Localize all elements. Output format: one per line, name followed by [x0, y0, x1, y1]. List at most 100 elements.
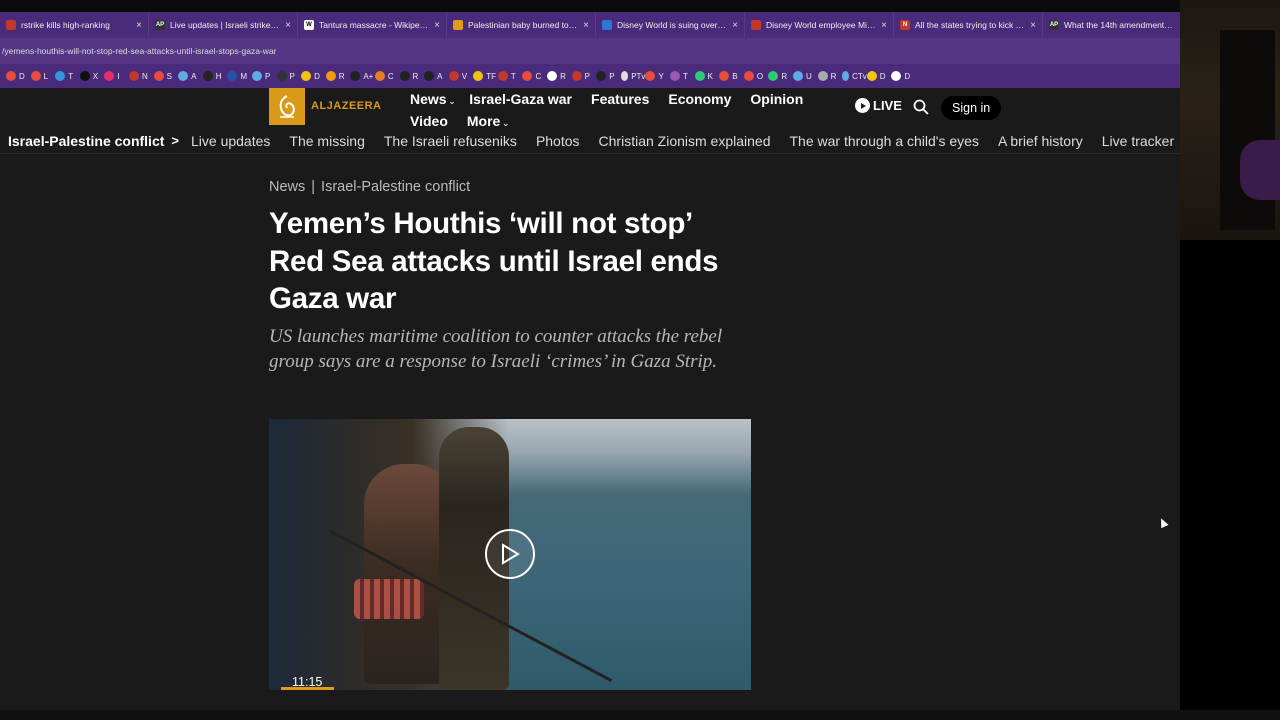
bookmark-item[interactable]: A	[424, 71, 449, 81]
bookmark-favicon-icon	[842, 71, 850, 81]
bookmark-item[interactable]: O	[743, 71, 769, 81]
tab-close-icon[interactable]: ×	[732, 20, 738, 31]
tab-close-icon[interactable]: ×	[285, 20, 291, 31]
bookmark-label: PTv	[631, 71, 646, 81]
breadcrumb: News | Israel-Palestine conflict	[269, 179, 470, 195]
article-standfirst: US launches maritime coalition to counte…	[269, 326, 723, 372]
bookmark-item[interactable]: I	[104, 71, 129, 81]
search-icon[interactable]	[913, 99, 929, 120]
sign-in-button[interactable]: Sign in	[941, 96, 1002, 120]
tab-close-icon[interactable]: ×	[1030, 20, 1036, 31]
breadcrumb-separator: |	[311, 179, 316, 195]
nav-item-news[interactable]: News ⌄	[410, 91, 455, 107]
subnav-topic[interactable]: Israel-Palestine conflict	[8, 133, 164, 149]
bookmark-item[interactable]: P	[251, 71, 277, 81]
bookmark-favicon-icon	[596, 71, 607, 81]
subnav-item[interactable]: Photos	[536, 133, 580, 149]
bookmark-item[interactable]: D	[866, 71, 892, 81]
nav-item-features[interactable]: Features	[591, 91, 649, 107]
bookmark-label: R	[560, 71, 566, 81]
bookmark-item[interactable]: X	[79, 71, 105, 81]
bookmark-item[interactable]: L	[30, 71, 56, 81]
bookmark-item[interactable]: C	[374, 71, 400, 81]
bookmark-item[interactable]: B	[719, 71, 744, 81]
browser-tab[interactable]: Palestinian baby burned to dea ×	[447, 12, 596, 38]
tab-close-icon[interactable]: ×	[583, 20, 589, 31]
bookmark-label: A	[191, 71, 197, 81]
bookmark-label: D	[904, 71, 911, 81]
video-play-icon[interactable]	[485, 529, 535, 579]
bookmark-item[interactable]: S	[153, 71, 179, 81]
bookmark-item[interactable]: C	[522, 71, 547, 81]
bookmark-favicon-icon	[227, 71, 238, 81]
tab-close-icon[interactable]: ×	[434, 20, 440, 31]
breadcrumb-news[interactable]: News	[269, 179, 305, 195]
bookmark-item[interactable]: D	[6, 71, 31, 81]
chevron-down-icon: ⌄	[502, 118, 510, 128]
tab-title: Disney World employee Michae	[766, 20, 877, 30]
address-bar[interactable]: /yemens-houthis-will-not-stop-red-sea-at…	[0, 38, 1180, 64]
logo-text[interactable]: ALJAZEERA	[311, 100, 382, 112]
bookmark-item[interactable]: M	[227, 71, 252, 81]
nav-item-more[interactable]: More ⌄	[467, 113, 509, 129]
bookmark-item[interactable]: A+	[350, 71, 375, 81]
article-video[interactable]: 11:15	[269, 419, 751, 690]
bookmark-item[interactable]: R	[817, 71, 843, 81]
bookmark-item[interactable]: N	[128, 71, 154, 81]
browser-tab[interactable]: Disney World is suing over its p ×	[596, 12, 745, 38]
bookmark-favicon-icon	[301, 71, 312, 81]
bookmark-item[interactable]: H	[202, 71, 228, 81]
subnav-item[interactable]: The Israeli refuseniks	[384, 133, 517, 149]
live-button[interactable]: LIVE	[855, 98, 902, 113]
subnav-item[interactable]: Live tracker	[1102, 133, 1174, 149]
url-text[interactable]: /yemens-houthis-will-not-stop-red-sea-at…	[0, 46, 276, 56]
browser-tab[interactable]: APWhat the 14th amendment me×	[1043, 12, 1180, 38]
tab-close-icon[interactable]: ×	[136, 20, 142, 31]
bookmark-label: C	[535, 71, 542, 81]
subnav-item[interactable]: Live updates	[191, 133, 270, 149]
bookmark-item[interactable]: U	[793, 71, 818, 81]
bookmark-item[interactable]: R	[768, 71, 793, 81]
bookmark-favicon-icon	[670, 71, 681, 81]
tab-favicon-icon: AP	[155, 20, 165, 30]
bottom-strip	[0, 710, 1280, 720]
bookmark-item[interactable]: R	[547, 71, 572, 81]
bookmark-item[interactable]: CTv	[842, 71, 867, 81]
bookmark-item[interactable]: V	[448, 71, 474, 81]
aljazeera-logo-icon[interactable]	[269, 88, 305, 125]
bookmark-item[interactable]: Y	[645, 71, 670, 81]
subnav-item[interactable]: The war through a child's eyes	[790, 133, 979, 149]
bookmark-item[interactable]: T	[55, 71, 80, 81]
browser-tab[interactable]: rstrike kills high-ranking ×	[0, 12, 149, 38]
bookmark-label: P	[609, 71, 615, 81]
bookmark-item[interactable]: P	[571, 71, 597, 81]
nav-item-opinion[interactable]: Opinion	[750, 91, 803, 107]
subnav-item[interactable]: A brief history	[998, 133, 1083, 149]
bookmark-item[interactable]: K	[694, 71, 720, 81]
bookmark-item[interactable]: TF	[473, 71, 498, 81]
bookmark-item[interactable]: D	[301, 71, 326, 81]
bookmark-item[interactable]: T	[670, 71, 695, 81]
bookmark-item[interactable]: P	[596, 71, 621, 81]
tab-favicon-icon	[751, 20, 761, 30]
subnav-item[interactable]: Christian Zionism explained	[599, 133, 771, 149]
bookmark-item[interactable]: T	[497, 71, 523, 81]
bookmark-item[interactable]: R	[325, 71, 351, 81]
bookmark-favicon-icon	[251, 71, 262, 81]
tab-close-icon[interactable]: ×	[881, 20, 887, 31]
bookmark-item[interactable]: R	[399, 71, 425, 81]
bookmark-item[interactable]: A	[178, 71, 203, 81]
browser-tab[interactable]: W Tantura massacre - Wikipedia ×	[298, 12, 447, 38]
bookmark-item[interactable]: D	[891, 71, 916, 81]
browser-tab[interactable]: N All the states trying to kick Tru ×	[894, 12, 1043, 38]
bookmark-item[interactable]: P	[276, 71, 302, 81]
nav-item-video[interactable]: Video	[410, 113, 448, 129]
browser-tab[interactable]: AP Live updates | Israeli strikes hit ×	[149, 12, 298, 38]
bookmark-item[interactable]: PTv	[620, 71, 646, 81]
browser-tab[interactable]: Disney World employee Michae ×	[745, 12, 894, 38]
nav-item-economy[interactable]: Economy	[668, 91, 731, 107]
breadcrumb-topic[interactable]: Israel-Palestine conflict	[321, 179, 470, 195]
bookmark-label: L	[43, 71, 49, 81]
nav-item-israel-gaza-war[interactable]: Israel-Gaza war	[469, 91, 572, 107]
subnav-item[interactable]: The missing	[289, 133, 364, 149]
